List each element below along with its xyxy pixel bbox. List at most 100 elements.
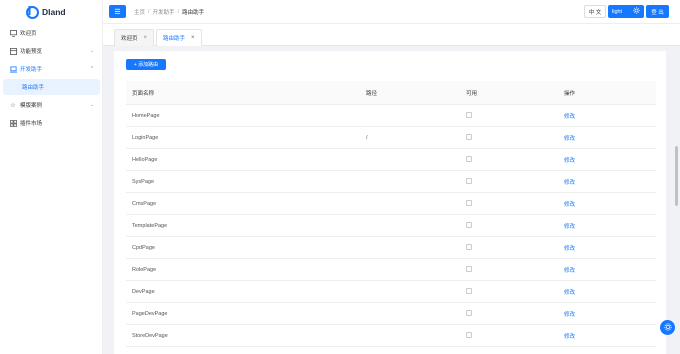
enabled-cell	[466, 287, 564, 296]
tab-route-assistant[interactable]: 路由助手 ×	[156, 29, 202, 46]
enabled-checkbox[interactable]	[466, 287, 472, 294]
routes-table: 页面名称 路径 可用 操作 HomePage 修改 LoginPage / 修改 Hell…	[126, 81, 656, 347]
breadcrumb-current: 路由助手	[182, 9, 205, 16]
sun-icon	[633, 7, 640, 16]
table-row: HomePage 修改	[126, 105, 656, 127]
sidebar-item-label: 插件市场	[20, 121, 43, 127]
sidebar-item-feature-preview[interactable]: 功能预览 ⌄	[0, 42, 102, 60]
enabled-checkbox[interactable]	[466, 133, 472, 140]
enabled-checkbox[interactable]	[466, 265, 472, 272]
edit-link[interactable]: 修改	[564, 180, 575, 186]
table-row: CmsPage 修改	[126, 193, 656, 215]
breadcrumb-separator: /	[148, 8, 150, 15]
enabled-cell	[466, 199, 564, 208]
edit-link[interactable]: 修改	[564, 158, 575, 164]
theme-label: light	[612, 8, 623, 15]
actions-cell: 修改	[564, 112, 656, 120]
edit-link[interactable]: 修改	[564, 114, 575, 120]
chevron-down-icon: ⌄	[89, 102, 94, 108]
enabled-cell	[466, 111, 564, 120]
chevron-up-icon: ⌃	[89, 66, 94, 72]
enabled-cell	[466, 331, 564, 340]
enabled-checkbox[interactable]	[466, 177, 472, 184]
sidebar-item-label: 欢迎页	[20, 31, 37, 37]
menu-toggle-button[interactable]: ☰	[109, 5, 126, 18]
enabled-cell	[466, 133, 564, 142]
scrollbar[interactable]	[675, 146, 678, 206]
laptop-icon	[9, 65, 17, 73]
table-row: StoreDevPage 修改	[126, 325, 656, 347]
path-cell: /	[366, 134, 368, 141]
header: ☰ 主页 / 开发助手 / 路由助手 中 文 light 登 出	[103, 0, 680, 24]
close-icon[interactable]: ×	[144, 35, 148, 41]
sidebar-item-plugin-market[interactable]: 插件市场	[0, 114, 102, 132]
table-row: LoginPage / 修改	[126, 127, 656, 149]
actions-cell: 修改	[564, 244, 656, 252]
enabled-checkbox[interactable]	[466, 221, 472, 228]
gear-icon	[663, 322, 672, 333]
theme-toggle-button[interactable]: light	[608, 5, 644, 18]
edit-link[interactable]: 修改	[564, 224, 575, 230]
main-content: + 添加路由 页面名称 路径 可用 操作 HomePage 修改 LoginPage…	[103, 46, 680, 354]
page-name-cell: CpdPage	[132, 244, 155, 251]
tab-label: 欢迎页	[121, 36, 138, 42]
enabled-checkbox[interactable]	[466, 155, 472, 162]
edit-link[interactable]: 修改	[564, 136, 575, 142]
column-header-path: 路径	[366, 90, 378, 97]
logo-text: Dland	[42, 7, 66, 17]
sidebar-item-label: 功能预览	[20, 49, 43, 55]
actions-cell: 修改	[564, 288, 656, 296]
edit-link[interactable]: 修改	[564, 290, 575, 296]
settings-button[interactable]	[660, 320, 675, 335]
enabled-checkbox[interactable]	[466, 111, 472, 118]
table-row: HelloPage 修改	[126, 149, 656, 171]
breadcrumb: 主页 / 开发助手 / 路由助手	[134, 8, 204, 16]
tabs-bar: 欢迎页 × 路由助手 ×	[103, 24, 680, 46]
enabled-cell	[466, 155, 564, 164]
actions-cell: 修改	[564, 332, 656, 340]
logo[interactable]: Dland	[0, 0, 102, 24]
breadcrumb-dev-assistant[interactable]: 开发助手	[153, 8, 175, 16]
logout-button[interactable]: 登 出	[646, 5, 669, 18]
edit-link[interactable]: 修改	[564, 334, 575, 340]
edit-link[interactable]: 修改	[564, 246, 575, 252]
page-name-cell: DevPage	[132, 288, 155, 295]
enabled-cell	[466, 309, 564, 318]
enabled-checkbox[interactable]	[466, 199, 472, 206]
star-icon: ☆	[10, 102, 16, 109]
edit-link[interactable]: 修改	[564, 268, 575, 274]
page-name-cell: TemplatePage	[132, 222, 168, 229]
enabled-checkbox[interactable]	[466, 331, 472, 338]
enabled-checkbox[interactable]	[466, 243, 472, 250]
table-row: CpdPage 修改	[126, 237, 656, 259]
column-header-page-name: 页面名称	[132, 90, 155, 97]
table-row: DevPage 修改	[126, 281, 656, 303]
enabled-cell	[466, 265, 564, 274]
sidebar-item-dev-assistant[interactable]: 开发助手 ⌃	[0, 60, 102, 78]
tab-welcome[interactable]: 欢迎页 ×	[114, 29, 155, 46]
table-header: 页面名称 路径 可用 操作	[126, 81, 656, 105]
sidebar-item-template-cases[interactable]: ☆ 模版案例 ⌄	[0, 96, 102, 114]
language-button[interactable]: 中 文	[584, 5, 606, 18]
breadcrumb-separator: /	[177, 8, 180, 15]
page-name-cell: LoginPage	[132, 134, 159, 141]
edit-link[interactable]: 修改	[564, 312, 575, 318]
enabled-checkbox[interactable]	[466, 309, 472, 316]
sidebar-item-welcome[interactable]: 欢迎页	[0, 24, 102, 42]
header-actions: 中 文 light 登 出	[584, 5, 669, 18]
page-name-cell: StoreDevPage	[132, 332, 168, 339]
page-name-cell: CmsPage	[132, 200, 157, 207]
actions-cell: 修改	[564, 266, 656, 274]
actions-cell: 修改	[564, 310, 656, 318]
sidebar-subitem-route-assistant[interactable]: 路由助手	[3, 79, 100, 95]
layout-icon	[9, 47, 17, 55]
page-name-cell: RolePage	[132, 266, 157, 273]
page-name-cell: SysPage	[132, 178, 155, 185]
breadcrumb-home[interactable]: 主页	[134, 8, 145, 16]
close-icon[interactable]: ×	[191, 35, 195, 41]
actions-cell: 修改	[564, 178, 656, 186]
edit-link[interactable]: 修改	[564, 202, 575, 208]
sidebar-item-label: 模版案例	[20, 103, 43, 109]
add-route-button[interactable]: + 添加路由	[126, 59, 166, 70]
page-name-cell: HelloPage	[132, 156, 158, 163]
